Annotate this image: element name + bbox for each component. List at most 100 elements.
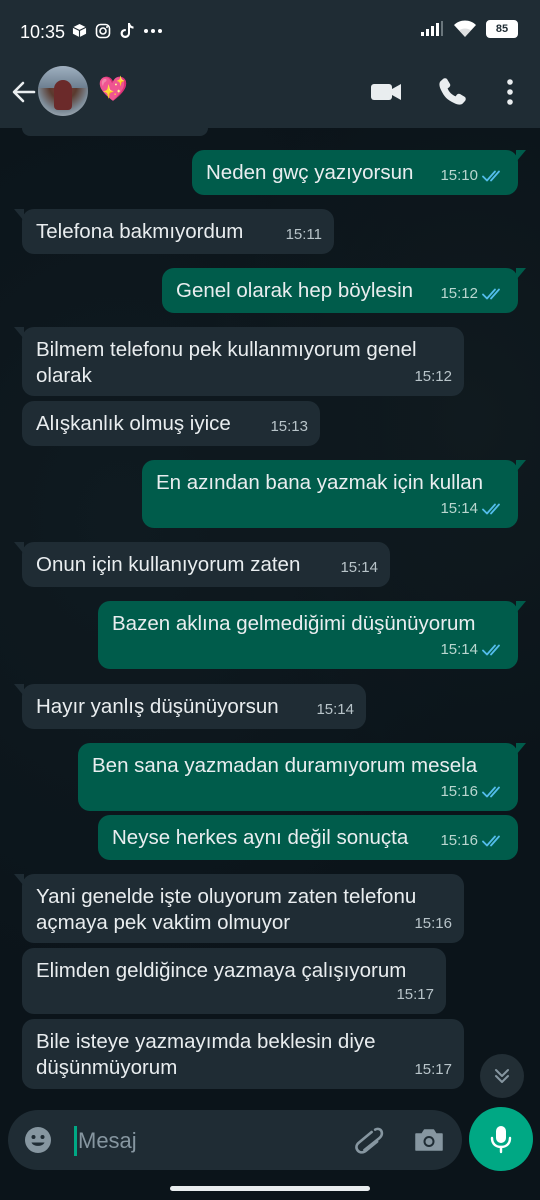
- home-indicator[interactable]: [170, 1186, 370, 1191]
- read-receipt-icon: [482, 644, 500, 656]
- message-text: Ben sana yazmadan duramıyorum mesela: [92, 754, 478, 777]
- read-receipt-icon: [482, 786, 500, 798]
- message-bubble-incoming[interactable]: Alışkanlık olmuş iyice 15:13: [22, 401, 320, 446]
- status-bar: 10:35 85: [0, 0, 540, 62]
- message-meta: 15:16: [440, 828, 506, 854]
- message-text: Elimden geldiğince yazmaya çalışıyorum: [36, 959, 407, 982]
- chat-header: 💖: [0, 62, 540, 128]
- message-meta: 15:14: [440, 637, 506, 663]
- message-composer: Mesaj: [8, 1110, 462, 1170]
- message-time: 15:14: [340, 559, 378, 576]
- bubble-tail: [14, 684, 24, 696]
- bubble-tail: [516, 460, 526, 472]
- status-time: 10:35: [20, 22, 66, 42]
- microphone-icon: [490, 1126, 512, 1154]
- message-text: Bilmem telefonu pek kullanmıyorum genel …: [36, 338, 417, 387]
- message-meta: 15:11: [286, 222, 322, 248]
- read-receipt-icon: [482, 288, 500, 300]
- emoji-icon[interactable]: [22, 1124, 54, 1156]
- message-time: 15:17: [396, 986, 434, 1003]
- message-bubble-incoming[interactable]: Yani genelde işte oluyorum zaten telefon…: [14, 874, 464, 943]
- system-icons: 85: [420, 20, 518, 38]
- message-time: 15:12: [414, 368, 452, 385]
- message-meta: 15:10: [440, 163, 506, 189]
- message-meta: 15:14: [316, 697, 354, 723]
- more-options-icon[interactable]: [492, 74, 528, 110]
- message-time: 15:16: [440, 783, 478, 800]
- tiktok-icon: [120, 23, 134, 38]
- bubble-tail: [14, 542, 24, 554]
- bubble-tail: [14, 874, 24, 886]
- message-meta: 15:14: [340, 555, 378, 581]
- read-receipt-icon: [482, 503, 500, 515]
- message-bubble-outgoing[interactable]: Genel olarak hep böylesin 15:12: [162, 268, 526, 313]
- message-bubble-outgoing[interactable]: Bazen aklına gelmediğimi düşünüyorum 15:…: [98, 601, 526, 669]
- message-meta: 15:16: [414, 911, 452, 937]
- message-bubble-incoming[interactable]: Elimden geldiğince yazmaya çalışıyorum 1…: [22, 948, 446, 1014]
- message-text: Telefona bakmıyordum: [36, 220, 244, 243]
- read-receipt-icon: [482, 835, 500, 847]
- message-text: Yani genelde işte oluyorum zaten telefon…: [36, 885, 417, 934]
- message-meta: 15:14: [440, 496, 506, 522]
- previous-message-bubble: [22, 128, 208, 136]
- message-bubble-outgoing[interactable]: Neyse herkes aynı değil sonuçta 15:16: [98, 815, 518, 860]
- double-chevron-down-icon: [495, 1069, 509, 1083]
- bubble-tail: [516, 150, 526, 162]
- message-bubble-outgoing[interactable]: En azından bana yazmak için kullan 15:14: [142, 460, 526, 528]
- message-time: 15:11: [285, 226, 322, 243]
- message-meta: 15:12: [440, 281, 506, 307]
- message-bubble-incoming[interactable]: Bile isteye yazmayımda beklesin diye düş…: [22, 1019, 464, 1089]
- video-call-icon[interactable]: [368, 74, 404, 110]
- signal-icon: [421, 21, 443, 36]
- message-bubble-incoming[interactable]: Onun için kullanıyorum zaten 15:14: [14, 542, 390, 587]
- instagram-icon: [95, 23, 111, 38]
- message-text: Bile isteye yazmayımda beklesin diye düş…: [36, 1030, 376, 1079]
- message-meta: 15:17: [396, 982, 434, 1008]
- message-time: 15:14: [316, 701, 354, 718]
- bubble-tail: [14, 209, 24, 221]
- message-time: 15:16: [414, 915, 452, 932]
- scroll-to-bottom-button[interactable]: [480, 1054, 524, 1098]
- message-meta: 15:16: [440, 779, 506, 805]
- bubble-tail: [516, 601, 526, 613]
- back-arrow-icon[interactable]: [8, 76, 40, 108]
- contact-avatar[interactable]: [38, 66, 88, 116]
- read-receipt-icon: [482, 170, 500, 182]
- message-meta: 15:12: [414, 364, 452, 390]
- message-bubble-incoming[interactable]: Bilmem telefonu pek kullanmıyorum genel …: [14, 327, 464, 396]
- message-text: Alışkanlık olmuş iyice: [36, 412, 231, 435]
- message-time: 15:10: [440, 167, 478, 184]
- message-text: Hayır yanlış düşünüyorsun: [36, 695, 279, 718]
- message-time: 15:14: [440, 500, 478, 517]
- message-bubble-incoming[interactable]: Hayır yanlış düşünüyorsun 15:14: [14, 684, 366, 729]
- message-text: Bazen aklına gelmediğimi düşünüyorum: [112, 612, 476, 635]
- voice-message-button[interactable]: [469, 1107, 533, 1171]
- wifi-icon: [454, 20, 476, 37]
- message-list[interactable]: Neden gwç yazıyorsun 15:10 Telefona bakm…: [0, 128, 540, 1103]
- message-bubble-outgoing[interactable]: Ben sana yazmadan duramıyorum mesela 15:…: [78, 743, 526, 811]
- box-icon: [72, 23, 87, 38]
- message-time: 15:13: [270, 418, 308, 435]
- message-text: En azından bana yazmak için kullan: [156, 471, 484, 494]
- avatar-photo-person: [54, 80, 72, 110]
- message-input[interactable]: Mesaj: [78, 1126, 338, 1156]
- notification-icons: [72, 22, 163, 39]
- voice-call-icon[interactable]: [434, 74, 470, 110]
- message-time: 15:12: [440, 285, 478, 302]
- text-cursor: [74, 1126, 77, 1156]
- message-time: 15:16: [440, 832, 478, 849]
- message-meta: 15:13: [270, 414, 308, 440]
- battery-icon: 85: [486, 20, 518, 38]
- message-bubble-outgoing[interactable]: Neden gwç yazıyorsun 15:10: [192, 150, 526, 195]
- contact-name-emoji[interactable]: 💖: [98, 75, 128, 104]
- camera-icon[interactable]: [412, 1123, 446, 1157]
- message-bubble-incoming[interactable]: Telefona bakmıyordum 15:11: [14, 209, 334, 254]
- more-notifications-icon: [144, 28, 162, 33]
- bubble-tail: [516, 268, 526, 280]
- message-time: 15:14: [440, 641, 478, 658]
- message-time: 15:17: [414, 1061, 452, 1078]
- bubble-tail: [516, 743, 526, 755]
- message-meta: 15:17: [414, 1057, 452, 1083]
- bubble-tail: [14, 327, 24, 339]
- attach-icon[interactable]: [352, 1122, 386, 1158]
